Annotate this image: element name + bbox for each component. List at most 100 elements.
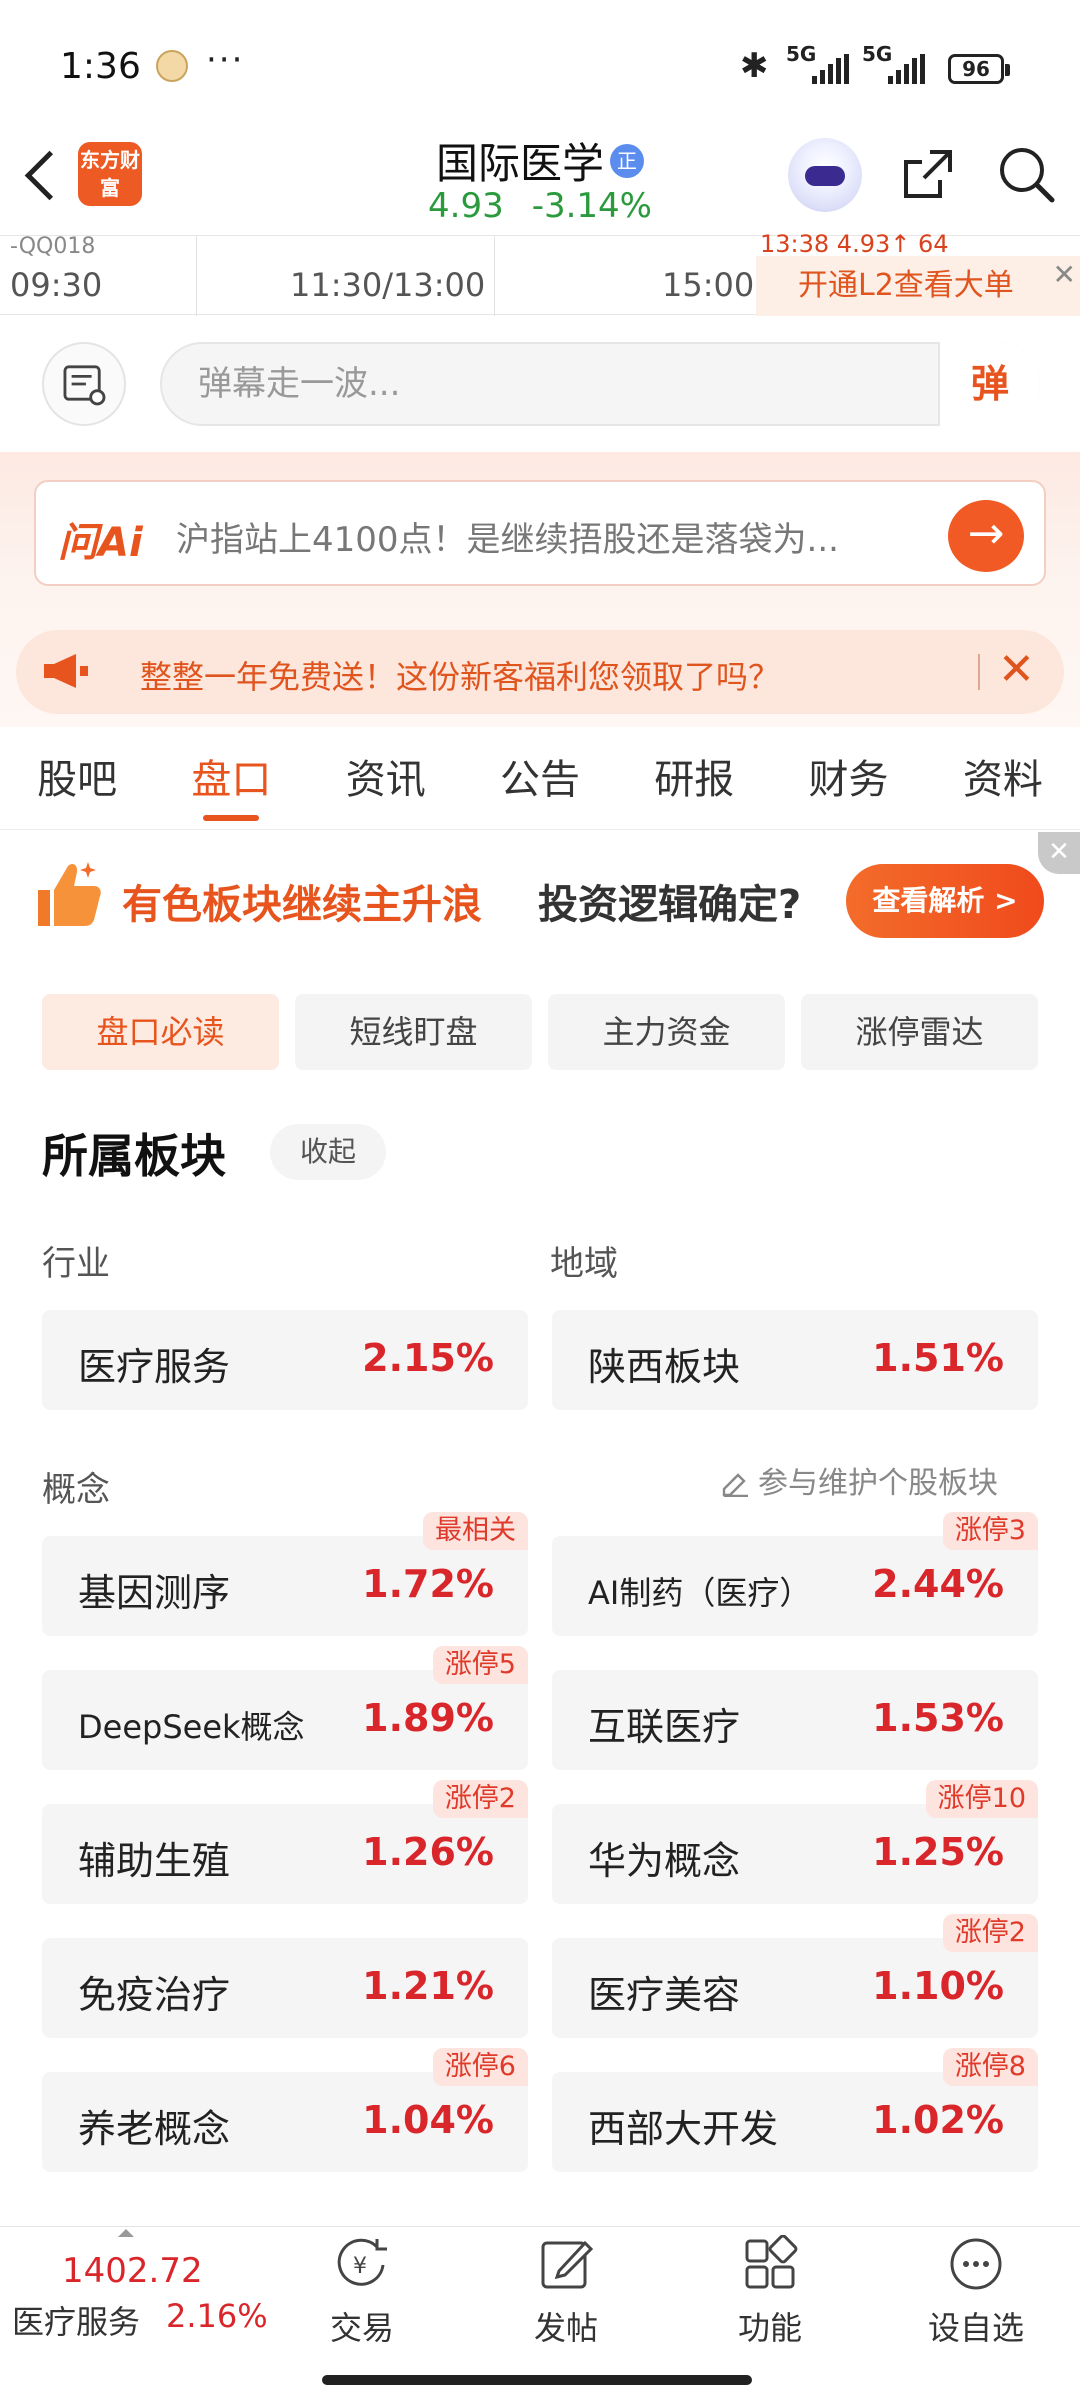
industry-card[interactable]: 医疗服务 2.15%: [42, 1310, 528, 1410]
concept-name: DeepSeek概念: [78, 1708, 305, 1746]
time-axis-end: 15:00: [662, 266, 755, 304]
concept-name: 互联医疗: [588, 1705, 741, 1749]
view-analysis-button[interactable]: 查看解析 >: [846, 864, 1044, 938]
concept-card[interactable]: 涨停3 AI制药（医疗） 2.44%: [552, 1512, 1038, 1636]
collapse-button[interactable]: 收起: [270, 1124, 386, 1180]
industry-label: 行业: [42, 1244, 110, 1284]
nav-post[interactable]: 发帖: [496, 2235, 636, 2349]
bluetooth-icon: ✱: [740, 46, 769, 86]
tab-finance[interactable]: 财务: [771, 730, 925, 829]
tab-pankou[interactable]: 盘口: [154, 730, 308, 829]
promo-close-icon[interactable]: ✕: [998, 644, 1035, 695]
tab-news[interactable]: 资讯: [309, 730, 463, 829]
trade-icon: ¥: [337, 2238, 387, 2286]
concept-card[interactable]: 互联医疗 1.53%: [552, 1670, 1038, 1770]
subtab-must-read[interactable]: 盘口必读: [42, 994, 279, 1070]
concept-tag: 涨停3: [942, 1512, 1038, 1550]
tab-guba[interactable]: 股吧: [0, 730, 154, 829]
danmaku-list-icon: [63, 365, 106, 406]
sector-change: 2.15%: [362, 1336, 494, 1380]
battery-icon: 96: [948, 54, 1010, 84]
sector-ad-close-icon[interactable]: ✕: [1038, 832, 1080, 874]
signal-1-icon: 5G: [786, 42, 856, 84]
tab-profile[interactable]: 资料: [926, 730, 1080, 829]
concept-name: 基因测序: [78, 1571, 231, 1615]
concept-change: 1.02%: [872, 2098, 1004, 2142]
intraday-chart-strip[interactable]: -QQ018 13:38 4.93↑ 64 09:30 11:30/13:00 …: [0, 230, 1080, 316]
concept-change: 1.26%: [362, 1830, 494, 1874]
maintain-sectors-link[interactable]: 参与维护个股板块: [720, 1458, 998, 1502]
subtab-main-funds[interactable]: 主力资金: [548, 994, 785, 1070]
ask-ai-box[interactable]: 问Ai 沪指站上4100点！是继续捂股还是落袋为... →: [34, 480, 1046, 586]
region-card[interactable]: 陕西板块 1.51%: [552, 1310, 1038, 1410]
danmaku-send-button[interactable]: 弹: [938, 342, 1040, 426]
sector-name: 医疗服务: [78, 1345, 231, 1389]
concept-tag: 涨停6: [432, 2048, 528, 2086]
time-axis-start: 09:30: [10, 266, 103, 304]
concept-card[interactable]: 涨停2 医疗美容 1.10%: [552, 1914, 1038, 2038]
subtab-short-term[interactable]: 短线盯盘: [295, 994, 532, 1070]
sector-ad-banner[interactable]: 有色板块继续主升浪 投资逻辑确定? 查看解析 > ✕: [0, 832, 1080, 962]
sector-name: 陕西板块: [588, 1345, 741, 1389]
more-notifications-icon: ···: [206, 40, 245, 80]
index-value[interactable]: 1402.72: [62, 2251, 203, 2291]
promo-text: 整整一年免费送！这份新客福利您领取了吗？: [140, 658, 781, 696]
chart-last-tick: 13:38 4.93↑ 64: [760, 230, 949, 258]
promo-separator: [978, 654, 980, 690]
index-change: 2.16%: [166, 2297, 268, 2335]
section-title: 所属板块: [42, 1129, 226, 1183]
svg-text:¥: ¥: [353, 2254, 367, 2279]
notification-app-icon: [156, 50, 188, 82]
ask-ai-go-button[interactable]: →: [948, 500, 1024, 572]
concept-change: 1.53%: [872, 1696, 1004, 1740]
bottom-bar: 1402.72 医疗服务 2.16% ¥ 交易 发帖 功能 设自选: [0, 2226, 1080, 2400]
concept-name: 华为概念: [588, 1839, 741, 1883]
sector-change: 1.51%: [872, 1336, 1004, 1380]
index-expand-icon[interactable]: [118, 2229, 134, 2237]
danmaku-bar: 弹幕走一波... 弹: [0, 316, 1080, 451]
concept-change: 2.44%: [872, 1562, 1004, 1606]
concept-change: 1.72%: [362, 1562, 494, 1606]
subtab-limit-up-radar[interactable]: 涨停雷达: [801, 994, 1038, 1070]
share-icon[interactable]: [900, 146, 956, 202]
promo-banner[interactable]: 整整一年免费送！这份新客福利您领取了吗？ ✕: [16, 630, 1064, 714]
concept-tag: 涨停2: [942, 1914, 1038, 1952]
concept-card[interactable]: 涨停10 华为概念 1.25%: [552, 1780, 1038, 1904]
concept-change: 1.89%: [362, 1696, 494, 1740]
status-bar: 1:36 ··· ✱ 5G 5G 96: [0, 0, 1080, 130]
concept-tag: 最相关: [423, 1512, 528, 1550]
tab-announcements[interactable]: 公告: [463, 730, 617, 829]
ai-promo-zone: 问Ai 沪指站上4100点！是继续捂股还是落袋为... → 整整一年免费送！这份…: [0, 452, 1080, 727]
concept-name: 免疫治疗: [78, 1973, 231, 2017]
nav-functions[interactable]: 功能: [700, 2235, 840, 2349]
concept-name: AI制药（医疗）: [588, 1574, 812, 1612]
concept-card[interactable]: 最相关 基因测序 1.72%: [42, 1512, 528, 1636]
thumbs-up-icon: [38, 862, 101, 926]
concept-tag: 涨停10: [925, 1780, 1038, 1818]
concept-change: 1.04%: [362, 2098, 494, 2142]
concept-card[interactable]: 涨停8 西部大开发 1.02%: [552, 2048, 1038, 2172]
danmaku-settings-icon[interactable]: [42, 342, 126, 426]
grid-icon: [745, 2235, 798, 2289]
concept-change: 1.21%: [362, 1964, 494, 2008]
danmaku-input[interactable]: 弹幕走一波...: [160, 342, 1040, 426]
pankou-subtabs: 盘口必读 短线盯盘 主力资金 涨停雷达: [42, 994, 1038, 1070]
nav-add-watchlist[interactable]: 设自选: [906, 2235, 1046, 2349]
concept-card[interactable]: 涨停6 养老概念 1.04%: [42, 2048, 528, 2172]
concept-card[interactable]: 涨停5 DeepSeek概念 1.89%: [42, 1646, 528, 1770]
tab-research[interactable]: 研报: [617, 730, 771, 829]
signal-2-icon: 5G: [862, 42, 932, 84]
concept-change: 1.25%: [872, 1830, 1004, 1874]
concept-change: 1.10%: [872, 1964, 1004, 2008]
nav-trade[interactable]: ¥ 交易: [292, 2235, 432, 2349]
home-indicator[interactable]: [322, 2375, 752, 2385]
index-name[interactable]: 医疗服务: [12, 2297, 140, 2343]
ai-assistant-icon[interactable]: [788, 138, 862, 212]
l2-upgrade-button[interactable]: 开通L2查看大单: [756, 256, 1080, 316]
concept-tag: 涨停2: [432, 1780, 528, 1818]
l2-close-icon[interactable]: ✕: [1053, 258, 1076, 291]
concept-card[interactable]: 涨停2 辅助生殖 1.26%: [42, 1780, 528, 1904]
search-icon[interactable]: [996, 144, 1056, 204]
concept-card[interactable]: 免疫治疗 1.21%: [42, 1938, 528, 2038]
concept-tag: 涨停5: [432, 1646, 528, 1684]
